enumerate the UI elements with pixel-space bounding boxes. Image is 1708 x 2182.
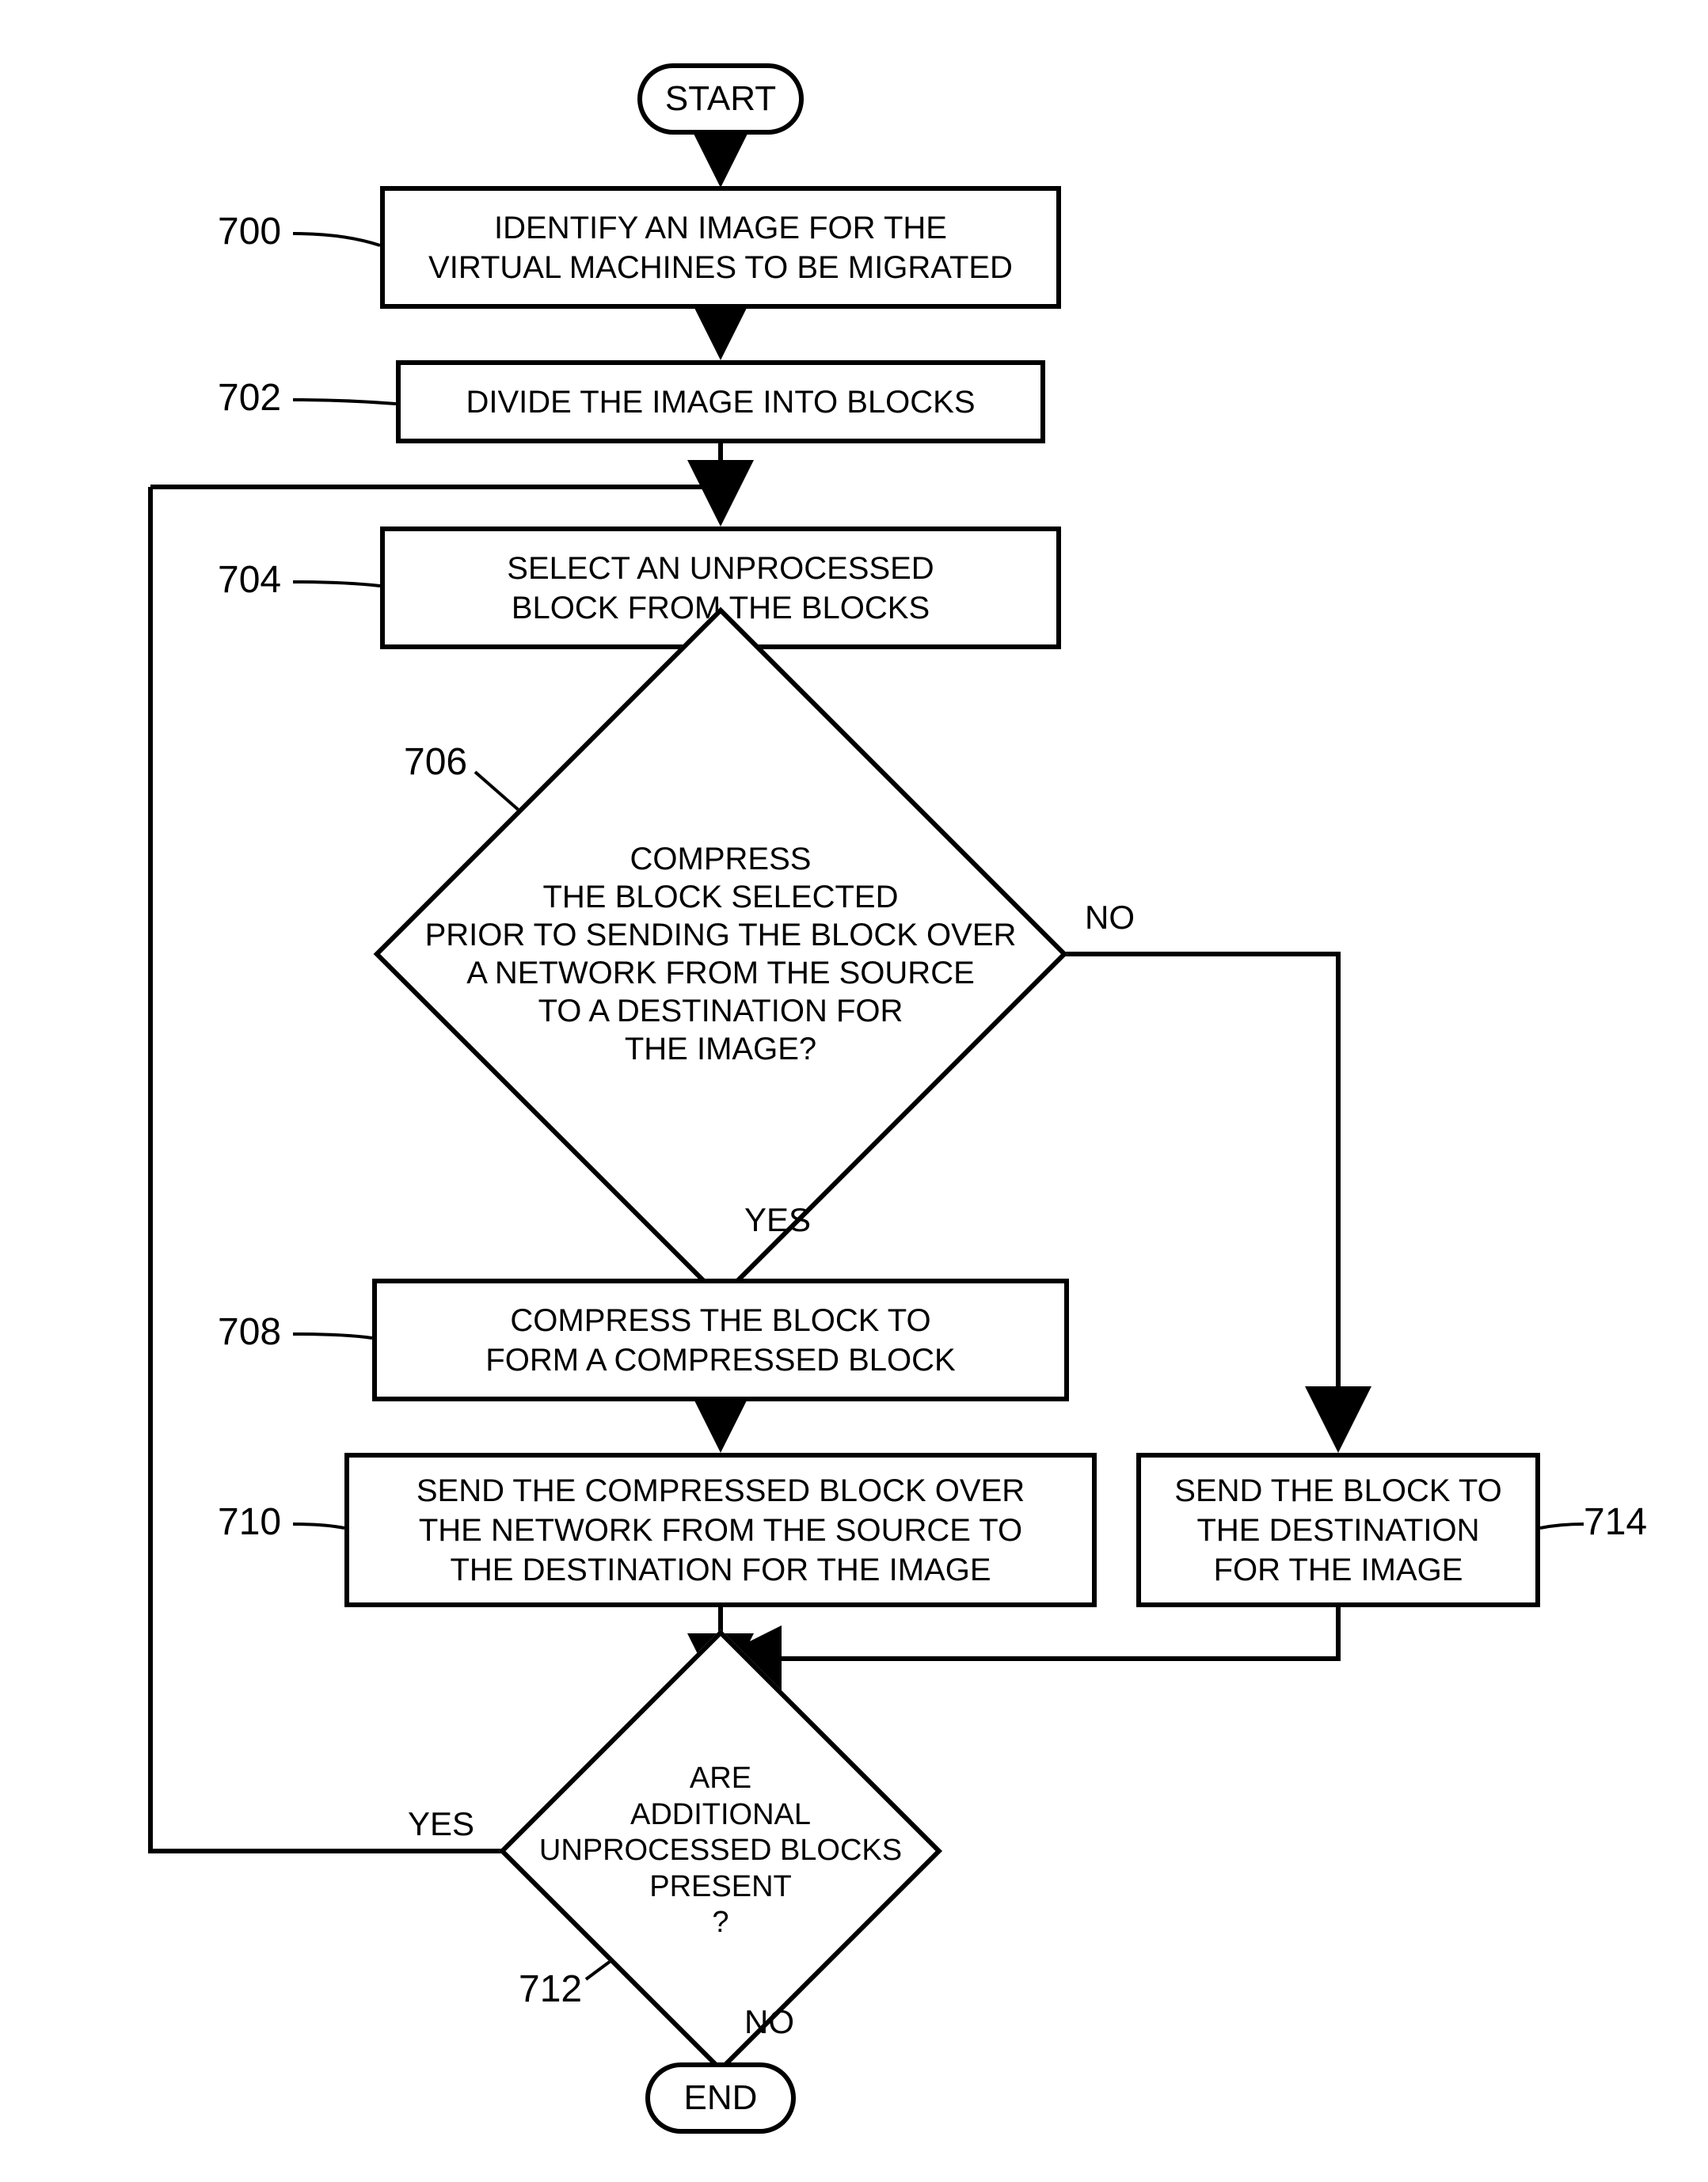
step-702: DIVIDE THE IMAGE INTO BLOCKS [396,360,1045,443]
step-714-text: SEND THE BLOCK TO THE DESTINATION FOR TH… [1174,1471,1501,1590]
d706-no-label: NO [1085,899,1135,937]
step-708-text: COMPRESS THE BLOCK TO FORM A COMPRESSED … [485,1301,955,1380]
end-label: END [684,2078,758,2118]
step-702-text: DIVIDE THE IMAGE INTO BLOCKS [466,382,975,422]
start-label: START [665,79,776,119]
step-700-text: IDENTIFY AN IMAGE FOR THE VIRTUAL MACHIN… [428,208,1013,287]
step-708: COMPRESS THE BLOCK TO FORM A COMPRESSED … [372,1279,1069,1401]
step-700: IDENTIFY AN IMAGE FOR THE VIRTUAL MACHIN… [380,186,1061,309]
d706-yes-label: YES [744,1201,811,1239]
start-terminator: START [637,63,804,135]
d712-no-label: NO [744,2003,794,2041]
ref-708: 708 [218,1310,281,1354]
ref-702: 702 [218,376,281,420]
flowchart-canvas: START IDENTIFY AN IMAGE FOR THE VIRTUAL … [32,32,1708,2150]
ref-714: 714 [1584,1500,1647,1544]
decision-706: COMPRESS THE BLOCK SELECTED PRIOR TO SEN… [475,709,966,1199]
decision-712: ARE ADDITIONAL UNPROCESSED BLOCKS PRESEN… [564,1694,877,2008]
end-terminator: END [645,2062,796,2134]
decision-706-text: COMPRESS THE BLOCK SELECTED PRIOR TO SEN… [377,840,1064,1068]
d712-yes-label: YES [408,1805,474,1843]
ref-706: 706 [404,740,467,784]
step-710: SEND THE COMPRESSED BLOCK OVER THE NETWO… [344,1453,1097,1607]
ref-704: 704 [218,558,281,602]
step-714: SEND THE BLOCK TO THE DESTINATION FOR TH… [1136,1453,1540,1607]
ref-700: 700 [218,210,281,253]
decision-712-text: ARE ADDITIONAL UNPROCESSED BLOCKS PRESEN… [501,1761,940,1941]
ref-712: 712 [519,1967,582,2011]
ref-710: 710 [218,1500,281,1544]
step-710-text: SEND THE COMPRESSED BLOCK OVER THE NETWO… [417,1471,1025,1590]
